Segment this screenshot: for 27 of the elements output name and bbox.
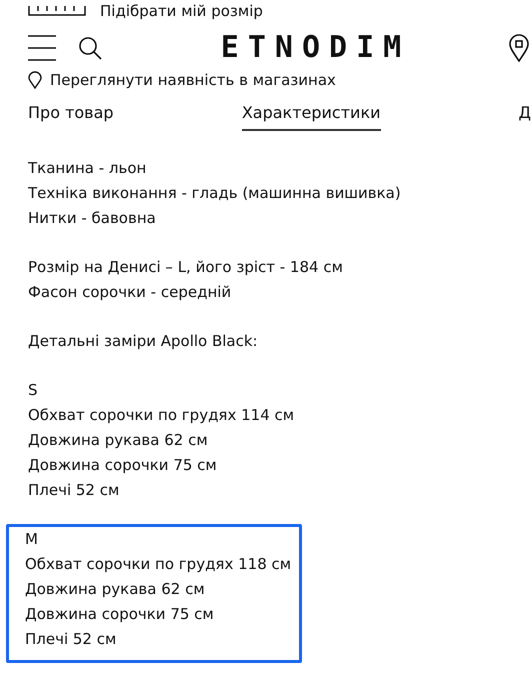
spec-line: Обхват сорочки по грудях 118 см <box>25 554 292 575</box>
spec-line: Довжина рукава 62 см <box>28 430 209 451</box>
spec-line: S <box>28 380 39 401</box>
tab[interactable]: Про товар <box>28 103 242 131</box>
spec-line: Обхват сорочки по грудях 114 см <box>28 405 294 426</box>
store-availability-link[interactable]: Переглянути наявність в магазинах <box>50 71 336 89</box>
spec-line: Детальні заміри Apollo Black: <box>28 331 258 352</box>
spec-line: Плечі 52 см <box>25 629 118 650</box>
tab[interactable]: Д <box>518 103 531 131</box>
menu-icon[interactable] <box>28 34 56 60</box>
spec-line: Довжина сорочки 75 см <box>25 604 215 625</box>
spec-line: Плечі 52 см <box>28 480 120 501</box>
spec-line: Техніка виконання - гладь (машинна вишивка) <box>28 183 401 204</box>
tab[interactable]: Характеристики <box>242 103 380 131</box>
spec-line: Розмір на Денисі – L, його зріст - 184 см <box>28 257 343 278</box>
location-pin-icon <box>28 71 42 89</box>
spec-line: Фасон сорочки - середній <box>28 282 232 303</box>
spec-line: Тканина - льон <box>28 158 148 179</box>
spec-line: Довжина рукава 62 см <box>25 579 206 600</box>
spec-line: Нитки - бавовна <box>28 208 157 229</box>
search-icon[interactable] <box>78 36 102 60</box>
spec-line: Довжина сорочки 75 см <box>28 455 218 476</box>
spec-line: M <box>25 529 39 550</box>
ruler-icon <box>28 6 86 16</box>
logo[interactable]: ETNODIM <box>144 30 487 65</box>
location-pin-icon[interactable] <box>509 34 529 62</box>
size-link[interactable]: Підібрати мій розмір <box>100 2 263 20</box>
